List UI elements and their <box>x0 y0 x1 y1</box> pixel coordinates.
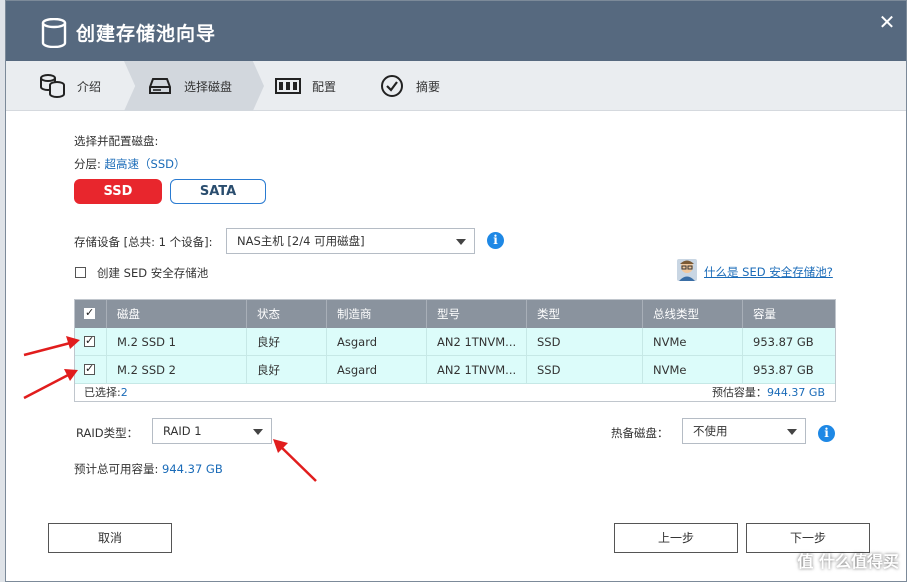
table-row[interactable]: M.2 SSD 1 良好 Asgard AN2 1TNVM... SSD NVM… <box>75 328 835 356</box>
step-summary-label: 摘要 <box>416 79 441 94</box>
col-maker: 制造商 <box>326 300 426 328</box>
select-heading: 选择并配置磁盘: <box>74 134 159 148</box>
cell-capacity: 953.87 GB <box>742 328 835 356</box>
create-storage-pool-wizard: 创建存储池向导 ✕ 介绍 选择磁盘 配置 摘要 选择并配置磁盘: 分层: 超高速… <box>5 0 907 582</box>
hot-spare-label: 热备磁盘： <box>611 426 669 440</box>
cell-status: 良好 <box>246 328 326 356</box>
window-title: 创建存储池向导 <box>76 23 217 45</box>
cell-model: AN2 1TNVM... <box>426 356 526 384</box>
usable-label: 预计总可用容量: <box>74 462 159 476</box>
step-intro: 介绍 <box>39 61 101 111</box>
info-icon[interactable]: i <box>487 232 504 249</box>
hot-spare-value: 不使用 <box>693 424 728 438</box>
step-select-disks-label: 选择磁盘 <box>184 79 233 94</box>
annotation-arrow-raid-icon <box>273 439 317 482</box>
wizard-steps: 介绍 选择磁盘 配置 摘要 <box>6 61 906 111</box>
table-footer: 已选择:2 预估容量：944.37 GB <box>75 384 835 402</box>
col-type: 类型 <box>526 300 642 328</box>
helper-avatar-icon <box>677 259 697 281</box>
cell-bus: NVMe <box>642 356 742 384</box>
watermark-text: 值 什么值得买 <box>797 552 899 571</box>
sata-button[interactable]: SATA <box>170 179 266 204</box>
disk-drive-icon <box>146 73 174 99</box>
sed-checkbox-label: 创建 SED 安全存储池 <box>97 266 209 280</box>
col-bus: 总线类型 <box>642 300 742 328</box>
step-intro-label: 介绍 <box>77 79 102 94</box>
selected-count: 2 <box>120 386 128 399</box>
raid-type-value: RAID 1 <box>163 424 202 438</box>
cell-type: SSD <box>526 356 642 384</box>
cell-bus: NVMe <box>642 328 742 356</box>
disk-table: 磁盘 状态 制造商 型号 类型 总线类型 容量 M.2 SSD 1 良好 Asg… <box>74 299 836 402</box>
storage-device-label: 存储设备 [总共: 1 个设备]: <box>74 235 213 249</box>
tier-value: 超高速（SSD） <box>104 157 186 171</box>
cell-type: SSD <box>526 328 642 356</box>
col-status: 状态 <box>246 300 326 328</box>
selected-summary: 已选择:2 <box>84 384 128 402</box>
col-model: 型号 <box>426 300 526 328</box>
estimate-value: 944.37 GB <box>766 386 825 399</box>
sed-checkbox[interactable] <box>75 267 86 278</box>
estimate-label: 预估容量： <box>711 386 767 399</box>
database-icon <box>41 18 67 48</box>
storage-device-select[interactable]: NAS主机 [2/4 可用磁盘] <box>226 228 475 254</box>
col-disk: 磁盘 <box>106 300 246 328</box>
checkmark-circle-icon <box>378 73 406 99</box>
previous-button[interactable]: 上一步 <box>614 523 738 553</box>
watermark-logo: 值 什么值得买 <box>749 546 899 574</box>
title-bar: 创建存储池向导 ✕ <box>6 1 906 61</box>
table-row[interactable]: M.2 SSD 2 良好 Asgard AN2 1TNVM... SSD NVM… <box>75 356 835 384</box>
sed-help-link[interactable]: 什么是 SED 安全存储池? <box>704 264 833 280</box>
cell-maker: Asgard <box>326 328 426 356</box>
select-all-checkbox[interactable] <box>84 306 95 319</box>
raid-type-label: RAID类型： <box>76 426 139 440</box>
tier-prefix: 分层: <box>74 157 101 171</box>
step-summary: 摘要 <box>378 61 440 111</box>
selected-label: 已选择: <box>84 386 121 399</box>
table-header: 磁盘 状态 制造商 型号 类型 总线类型 容量 <box>75 300 835 328</box>
usable-value: 944.37 GB <box>162 462 223 476</box>
cell-model: AN2 1TNVM... <box>426 328 526 356</box>
cell-disk: M.2 SSD 2 <box>106 356 246 384</box>
hot-spare-select[interactable]: 不使用 <box>682 418 806 444</box>
raid-config-icon <box>274 73 302 99</box>
cell-disk: M.2 SSD 1 <box>106 328 246 356</box>
col-capacity: 容量 <box>742 300 835 328</box>
database-stack-icon <box>39 73 67 99</box>
step-configure: 配置 <box>274 61 336 111</box>
annotation-arrows-left-icon <box>23 336 80 400</box>
step-select-disks: 选择磁盘 <box>146 61 232 111</box>
chevron-down-icon <box>787 429 797 435</box>
step-configure-label: 配置 <box>312 79 337 94</box>
estimate-summary: 预估容量：944.37 GB <box>712 384 825 402</box>
cell-capacity: 953.87 GB <box>742 356 835 384</box>
cancel-button[interactable]: 取消 <box>48 523 172 553</box>
usable-capacity-line: 预计总可用容量: 944.37 GB <box>74 461 223 477</box>
info-icon[interactable]: i <box>818 425 835 442</box>
raid-type-select[interactable]: RAID 1 <box>152 418 272 444</box>
cell-maker: Asgard <box>326 356 426 384</box>
close-icon[interactable]: ✕ <box>878 12 896 32</box>
tier-line: 分层: 超高速（SSD） <box>74 156 186 172</box>
chevron-down-icon <box>456 239 466 245</box>
chevron-down-icon <box>253 429 263 435</box>
ssd-button[interactable]: SSD <box>74 179 162 204</box>
cell-status: 良好 <box>246 356 326 384</box>
storage-device-value: NAS主机 [2/4 可用磁盘] <box>237 234 365 248</box>
